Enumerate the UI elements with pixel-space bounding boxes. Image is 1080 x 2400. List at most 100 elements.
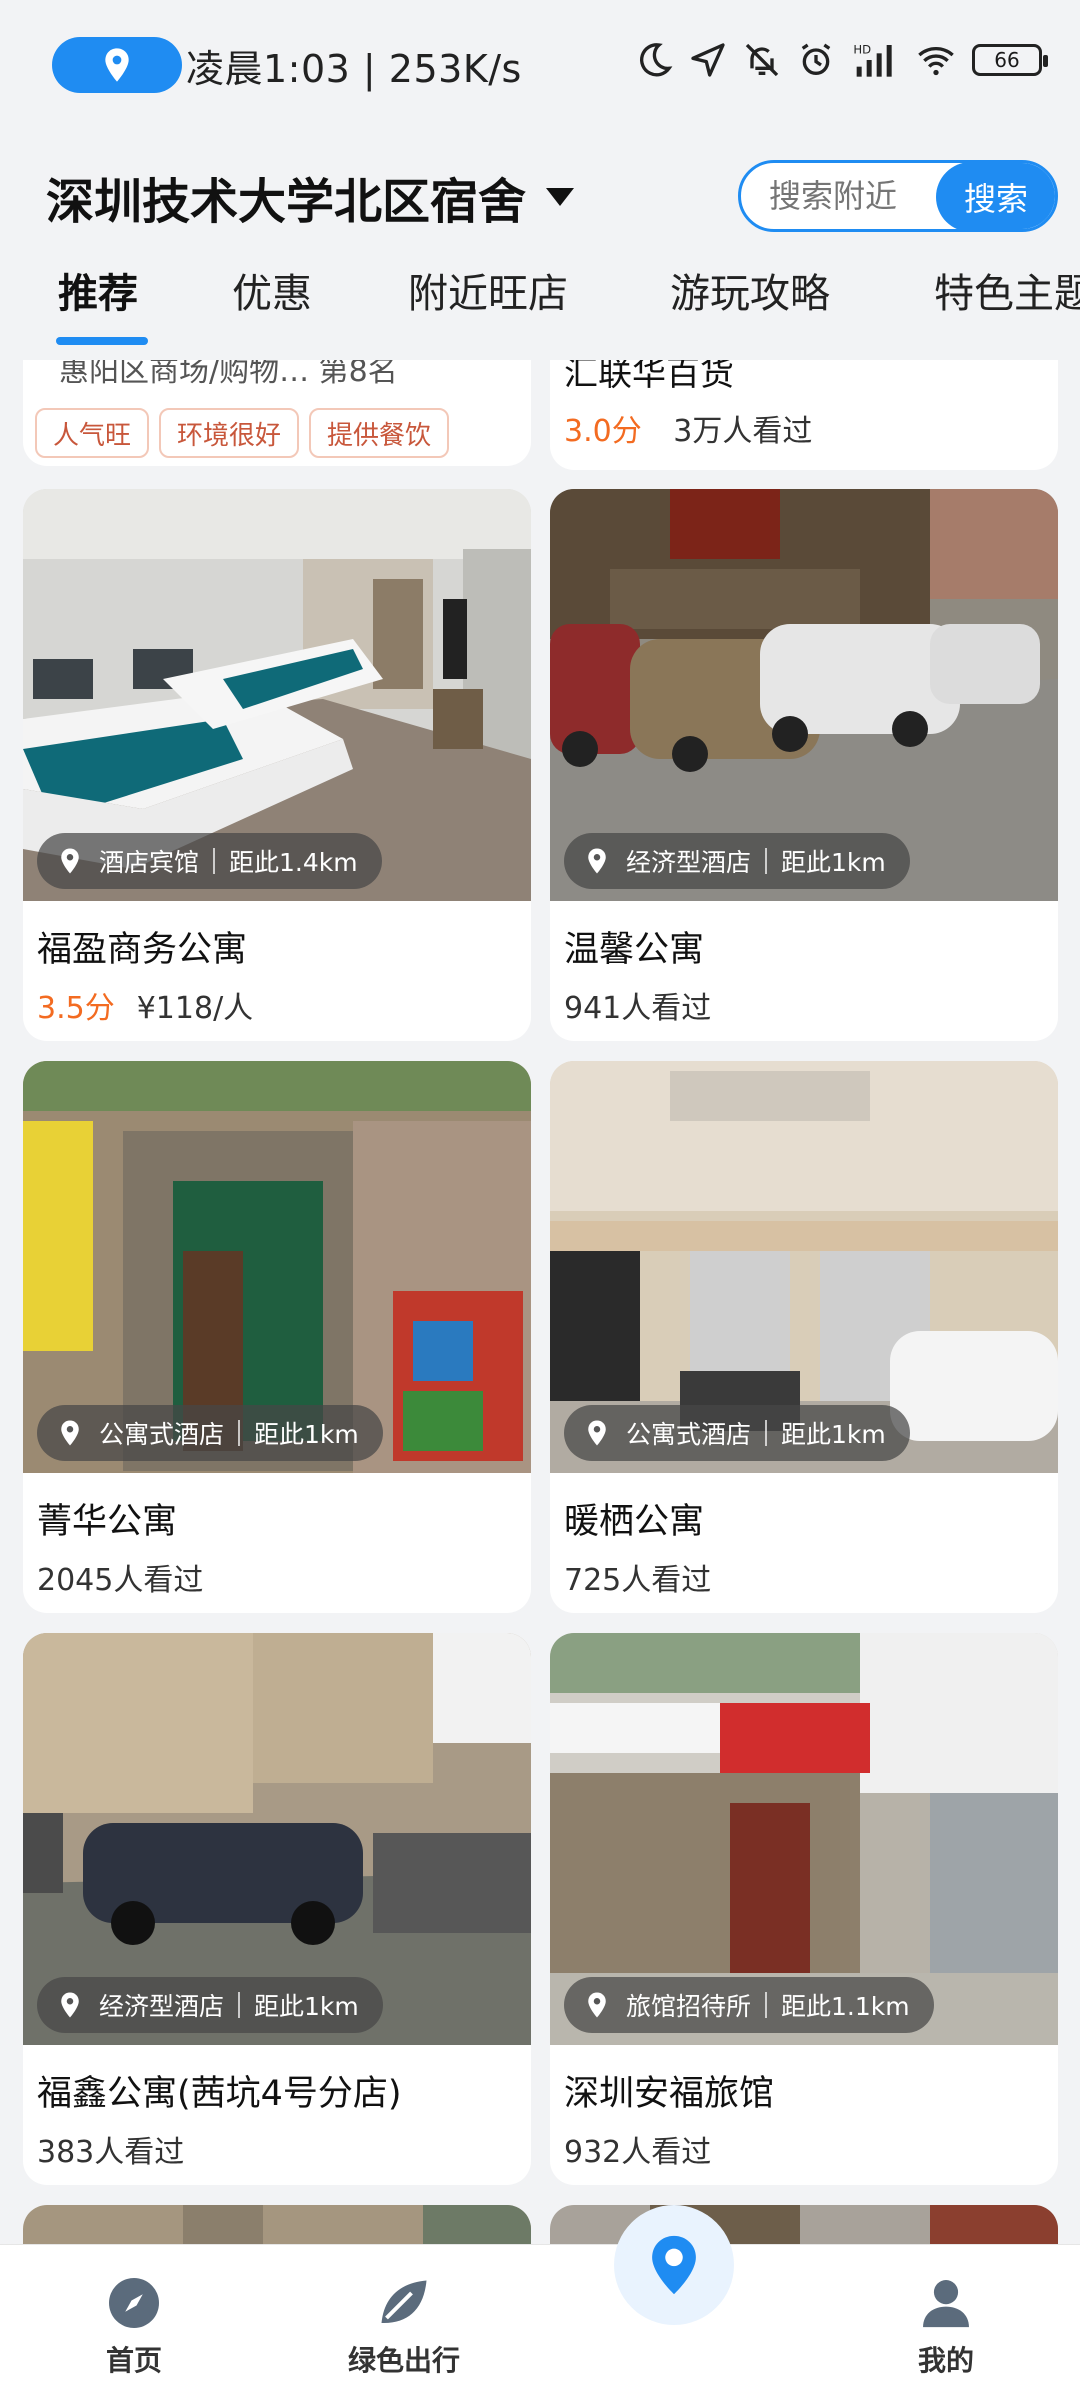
nav-mine-label: 我的 bbox=[917, 2344, 974, 2377]
user-icon bbox=[923, 2280, 969, 2328]
card-title: 温馨公寓 bbox=[564, 930, 705, 970]
moon-icon bbox=[639, 43, 673, 77]
tag-list: 人气旺 环境很好 提供餐饮 bbox=[35, 408, 450, 458]
listing-card[interactable]: 旅馆招待所 距此1.1km 深圳安福旅馆 932人看过 bbox=[550, 1633, 1058, 2185]
header: 深圳技术大学北区宿舍 搜索 bbox=[0, 150, 1080, 250]
card-sub: 3.5分 ¥118/人 bbox=[37, 983, 253, 1027]
status-bar: 凌晨1:03 | 253K/s HD 66 bbox=[0, 0, 1080, 130]
tag: 环境很好 bbox=[159, 408, 300, 458]
bell-off-icon bbox=[745, 43, 779, 77]
location-pin-icon bbox=[588, 1992, 606, 2018]
svg-text:HD: HD bbox=[853, 42, 871, 56]
category-label: 酒店宾馆 bbox=[99, 848, 200, 877]
tag: 人气旺 bbox=[35, 408, 150, 458]
leaf-icon bbox=[381, 2280, 427, 2323]
price: ¥118/人 bbox=[136, 991, 254, 1026]
tab-nearby-shops[interactable]: 附近旺店 bbox=[408, 261, 568, 319]
card-sub: 383人看过 bbox=[37, 2127, 184, 2171]
score: 3.0分 bbox=[564, 414, 642, 449]
listing-card[interactable]: 公寓式酒店 距此1km 菁华公寓 2045人看过 bbox=[23, 1061, 531, 1613]
category-tabs: 推荐 优惠 附近旺店 游玩攻略 特色主题 bbox=[0, 255, 1080, 345]
card-sub: 725人看过 bbox=[564, 1555, 711, 1599]
card-title: 汇联华百货 bbox=[564, 360, 734, 394]
tab-travel-guide[interactable]: 游玩攻略 bbox=[670, 261, 830, 319]
score: 3.5分 bbox=[37, 991, 115, 1026]
views: 3万人看过 bbox=[673, 414, 813, 449]
card-sub: 2045人看过 bbox=[37, 1555, 203, 1599]
signal-hd-icon: HD bbox=[853, 42, 892, 77]
location-pin-icon bbox=[588, 848, 606, 874]
category-label: 公寓式酒店 bbox=[99, 1420, 225, 1449]
card-title: 福鑫公寓(茜坑4号分店) bbox=[37, 2074, 402, 2114]
nav-home[interactable]: 首页 bbox=[54, 2245, 214, 2400]
card-title: 福盈商务公寓 bbox=[37, 930, 248, 970]
tab-special-theme[interactable]: 特色主题 bbox=[934, 261, 1080, 319]
listing-card[interactable]: 经济型酒店 距此1km 温馨公寓 941人看过 bbox=[550, 489, 1058, 1041]
location-pin-icon bbox=[61, 1420, 79, 1446]
nav-home-label: 首页 bbox=[105, 2344, 162, 2377]
partial-card-left[interactable]: 惠阳区商场/购物… 第8名 人气旺 环境很好 提供餐饮 bbox=[23, 360, 531, 466]
location-pin-icon bbox=[105, 48, 129, 82]
category-label: 旅馆招待所 bbox=[626, 1992, 752, 2021]
tab-recommend[interactable]: 推荐 bbox=[58, 261, 138, 319]
card-title: 暖栖公寓 bbox=[564, 1502, 705, 1542]
tag: 提供餐饮 bbox=[309, 408, 450, 458]
nav-mine[interactable]: 我的 bbox=[866, 2245, 1026, 2400]
distance-label: 距此1km bbox=[781, 848, 886, 877]
listing-card[interactable]: 酒店宾馆 距此1.4km 福盈商务公寓 3.5分 ¥118/人 bbox=[23, 489, 531, 1041]
tab-indicator bbox=[56, 337, 148, 345]
location-arrow-icon bbox=[691, 43, 725, 77]
wifi-icon bbox=[918, 47, 954, 76]
category-label: 公寓式酒店 bbox=[626, 1420, 752, 1449]
rank-text: 惠阳区商场/购物… 第8名 bbox=[59, 360, 398, 389]
location-selector[interactable]: 深圳技术大学北区宿舍 bbox=[46, 162, 575, 232]
battery-icon: 66 bbox=[972, 44, 1048, 76]
category-label: 经济型酒店 bbox=[99, 1992, 225, 2021]
nav-green-travel[interactable]: 绿色出行 bbox=[324, 2245, 484, 2400]
caret-down-icon bbox=[546, 188, 575, 206]
search-button[interactable]: 搜索 bbox=[936, 163, 1055, 229]
card-title: 菁华公寓 bbox=[37, 1502, 178, 1542]
nav-green-travel-label: 绿色出行 bbox=[347, 2344, 460, 2377]
status-icons: HD 66 bbox=[634, 40, 1048, 80]
card-sub: 3.0分 3万人看过 bbox=[564, 406, 812, 450]
views: 941人看过 bbox=[564, 991, 712, 1026]
status-time-speed: 凌晨1:03 | 253K/s bbox=[186, 47, 522, 91]
card-sub: 941人看过 bbox=[564, 983, 711, 1027]
location-indicator bbox=[52, 37, 182, 93]
views: 725人看过 bbox=[564, 1563, 712, 1598]
recommend-feed[interactable]: 惠阳区商场/购物… 第8名 人气旺 环境很好 提供餐饮 汇联华百货 3.0分 3… bbox=[0, 360, 1080, 2250]
compass-icon bbox=[109, 2278, 159, 2328]
category-badge: 公寓式酒店 距此1km bbox=[564, 1405, 910, 1461]
card-sub: 932人看过 bbox=[564, 2127, 711, 2171]
search-input[interactable] bbox=[769, 177, 939, 215]
search-box[interactable]: 搜索 bbox=[738, 160, 1058, 232]
category-badge: 经济型酒店 距此1km bbox=[564, 833, 910, 889]
card-title: 深圳安福旅馆 bbox=[564, 2074, 775, 2114]
alarm-icon bbox=[801, 43, 831, 75]
location-pin-icon bbox=[61, 1992, 79, 2018]
distance-label: 距此1km bbox=[781, 1420, 886, 1449]
category-badge: 旅馆招待所 距此1.1km bbox=[564, 1977, 934, 2033]
category-badge: 酒店宾馆 距此1.4km bbox=[37, 833, 382, 889]
location-label: 深圳技术大学北区宿舍 bbox=[46, 174, 527, 230]
views: 932人看过 bbox=[564, 2135, 712, 2170]
listing-card[interactable]: 公寓式酒店 距此1km 暖栖公寓 725人看过 bbox=[550, 1061, 1058, 1613]
partial-card-right[interactable]: 汇联华百货 3.0分 3万人看过 bbox=[550, 360, 1058, 470]
views: 2045人看过 bbox=[37, 1563, 204, 1598]
category-label: 经济型酒店 bbox=[626, 848, 752, 877]
distance-label: 距此1.4km bbox=[229, 848, 358, 877]
distance-label: 距此1km bbox=[254, 1420, 359, 1449]
location-pin-icon bbox=[61, 848, 79, 874]
listing-card[interactable]: 经济型酒店 距此1km 福鑫公寓(茜坑4号分店) 383人看过 bbox=[23, 1633, 531, 2185]
distance-label: 距此1km bbox=[254, 1992, 359, 2021]
location-pin-icon bbox=[588, 1420, 606, 1446]
distance-label: 距此1.1km bbox=[781, 1992, 910, 2021]
tab-discount[interactable]: 优惠 bbox=[232, 261, 312, 319]
category-badge: 公寓式酒店 距此1km bbox=[37, 1405, 383, 1461]
views: 383人看过 bbox=[37, 2135, 185, 2170]
bottom-nav: 首页 绿色出行 我的 bbox=[0, 2205, 1080, 2400]
category-badge: 经济型酒店 距此1km bbox=[37, 1977, 383, 2033]
nav-map-center[interactable] bbox=[614, 2205, 734, 2325]
location-pin-icon bbox=[652, 2235, 696, 2295]
